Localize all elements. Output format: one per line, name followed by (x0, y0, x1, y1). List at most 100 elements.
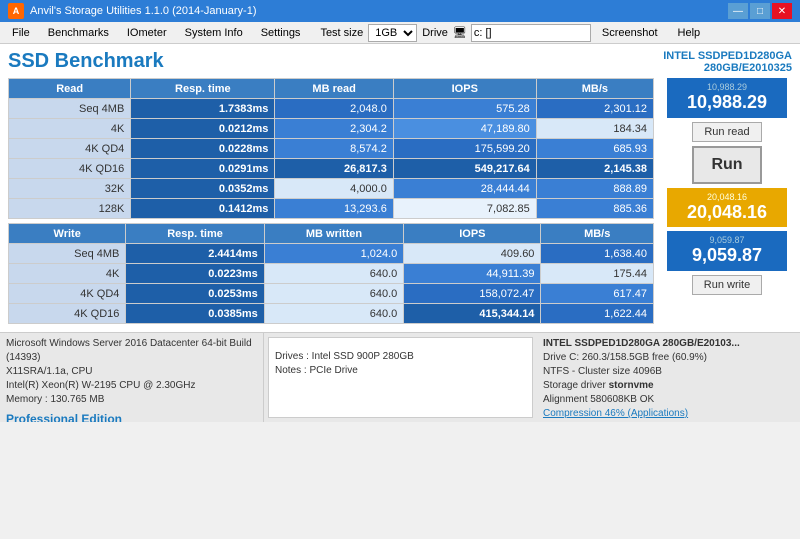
drive-spec: 280GB/E2010325 (663, 62, 792, 74)
window-title: Anvil's Storage Utilities 1.1.0 (2014-Ja… (30, 5, 728, 17)
edition-label: Professional Edition (6, 411, 257, 422)
app-icon: A (8, 3, 24, 19)
close-button[interactable]: ✕ (772, 3, 792, 19)
resp-time: 0.0253ms (126, 284, 264, 304)
drive-model-detail: INTEL SSDPED1D280GA 280GB/E20103... (543, 337, 794, 351)
os-info: Microsoft Windows Server 2016 Datacenter… (6, 337, 257, 365)
drive-notes-section: Drives : Intel SSD 900P 280GB Notes : PC… (268, 337, 533, 418)
drive-icon: 🖥 (453, 26, 467, 39)
resp-time: 0.0212ms (131, 119, 275, 139)
row-label: Seq 4MB (9, 99, 131, 119)
menu-iometer[interactable]: IOmeter (119, 23, 175, 43)
table-row: 128K 0.1412ms 13,293.6 7,082.85 885.36 (9, 199, 654, 219)
iops: 549,217.64 (393, 159, 536, 179)
col-mb-written: MB written (264, 224, 404, 244)
score-write-box: 9,059.87 9,059.87 (667, 231, 787, 271)
resp-time: 0.0352ms (131, 179, 275, 199)
resp-time: 0.1412ms (131, 199, 275, 219)
mbs: 1,622.44 (541, 304, 654, 324)
drive-details-section: INTEL SSDPED1D280GA 280GB/E20103... Driv… (537, 333, 800, 422)
score-read-box: 10,988.29 10,988.29 (667, 78, 787, 118)
col-write: Write (9, 224, 126, 244)
col-mbs: MB/s (536, 79, 653, 99)
resp-time: 1.7383ms (131, 99, 275, 119)
row-label: 4K QD16 (9, 159, 131, 179)
table-row: Seq 4MB 1.7383ms 2,048.0 575.28 2,301.12 (9, 99, 654, 119)
row-label: 4K (9, 264, 126, 284)
row-label: 32K (9, 179, 131, 199)
app-header: SSD Benchmark INTEL SSDPED1D280GA 280GB/… (8, 48, 792, 78)
mbs: 885.36 (536, 199, 653, 219)
drive-info: INTEL SSDPED1D280GA 280GB/E2010325 (663, 50, 792, 74)
window-controls: — □ ✕ (728, 3, 792, 19)
row-label: 128K (9, 199, 131, 219)
menu-system-info[interactable]: System Info (177, 23, 251, 43)
run-write-button[interactable]: Run write (692, 275, 762, 295)
iops: 47,189.80 (393, 119, 536, 139)
professional-edition: Professional Edition (6, 412, 122, 422)
drive-space: Drive C: 260.3/158.5GB free (60.9%) (543, 351, 794, 365)
col-mbs: MB/s (541, 224, 654, 244)
col-iops: IOPS (393, 79, 536, 99)
col-mb-read: MB read (275, 79, 393, 99)
screenshot-button[interactable]: Screenshot (593, 23, 667, 43)
status-bar: Microsoft Windows Server 2016 Datacenter… (0, 332, 800, 422)
notes-label: Notes : PCIe Drive (275, 364, 526, 378)
mb-written: 1,024.0 (264, 244, 404, 264)
mbs: 184.34 (536, 119, 653, 139)
row-label: 4K QD4 (9, 284, 126, 304)
minimize-button[interactable]: — (728, 3, 748, 19)
compression-link[interactable]: Compression 46% (Applications) (543, 408, 688, 419)
col-read: Read (9, 79, 131, 99)
iops: 415,344.14 (404, 304, 541, 324)
score-write-label: 9,059.87 (675, 235, 779, 245)
memory-info: Memory : 130.765 MB (6, 393, 257, 407)
cpu-info: Intel(R) Xeon(R) W-2195 CPU @ 2.30GHz (6, 379, 257, 393)
col-resp-time: Resp. time (131, 79, 275, 99)
maximize-button[interactable]: □ (750, 3, 770, 19)
drive-input[interactable] (471, 24, 591, 42)
iops: 28,444.44 (393, 179, 536, 199)
mbs: 1,638.40 (541, 244, 654, 264)
resp-time: 0.0291ms (131, 159, 275, 179)
system-info-section: Microsoft Windows Server 2016 Datacenter… (0, 333, 264, 422)
mbs: 685.93 (536, 139, 653, 159)
menu-file[interactable]: File (4, 23, 38, 43)
write-header-row: Write Resp. time MB written IOPS MB/s (9, 224, 654, 244)
compression-info: Compression 46% (Applications) (543, 407, 794, 421)
row-label: Seq 4MB (9, 244, 126, 264)
mbs: 2,301.12 (536, 99, 653, 119)
mbs: 888.89 (536, 179, 653, 199)
benchmark-area: Read Resp. time MB read IOPS MB/s Seq 4M… (8, 78, 792, 328)
drive-label: Drive (422, 27, 448, 39)
help-button[interactable]: Help (669, 23, 710, 43)
run-button[interactable]: Run (692, 146, 762, 184)
resp-time: 2.4414ms (126, 244, 264, 264)
col-iops: IOPS (404, 224, 541, 244)
mb-written: 640.0 (264, 284, 404, 304)
menu-benchmarks[interactable]: Benchmarks (40, 23, 117, 43)
mbs: 617.47 (541, 284, 654, 304)
row-label: 4K QD4 (9, 139, 131, 159)
menu-bar: File Benchmarks IOmeter System Info Sett… (0, 22, 800, 44)
read-table: Read Resp. time MB read IOPS MB/s Seq 4M… (8, 78, 654, 219)
board-info: X11SRA/1.1a, CPU (6, 365, 257, 379)
mb-read: 2,304.2 (275, 119, 393, 139)
test-size-label: Test size (320, 27, 363, 39)
run-read-button[interactable]: Run read (692, 122, 762, 142)
score-run-box: 20,048.16 20,048.16 (667, 188, 787, 228)
menu-settings[interactable]: Settings (253, 23, 309, 43)
iops: 175,599.20 (393, 139, 536, 159)
mb-read: 8,574.2 (275, 139, 393, 159)
read-header-row: Read Resp. time MB read IOPS MB/s (9, 79, 654, 99)
alignment-info: Alignment 580608KB OK (543, 393, 794, 407)
table-row: 32K 0.0352ms 4,000.0 28,444.44 888.89 (9, 179, 654, 199)
iops: 158,072.47 (404, 284, 541, 304)
write-table: Write Resp. time MB written IOPS MB/s Se… (8, 223, 654, 324)
mb-read: 2,048.0 (275, 99, 393, 119)
mb-written: 640.0 (264, 304, 404, 324)
storage-driver: Storage driver stornvme (543, 379, 794, 393)
score-read-label: 10,988.29 (675, 82, 779, 92)
test-size-select[interactable]: 1GB (368, 24, 417, 42)
score-run-value: 20,048.16 (675, 202, 779, 224)
